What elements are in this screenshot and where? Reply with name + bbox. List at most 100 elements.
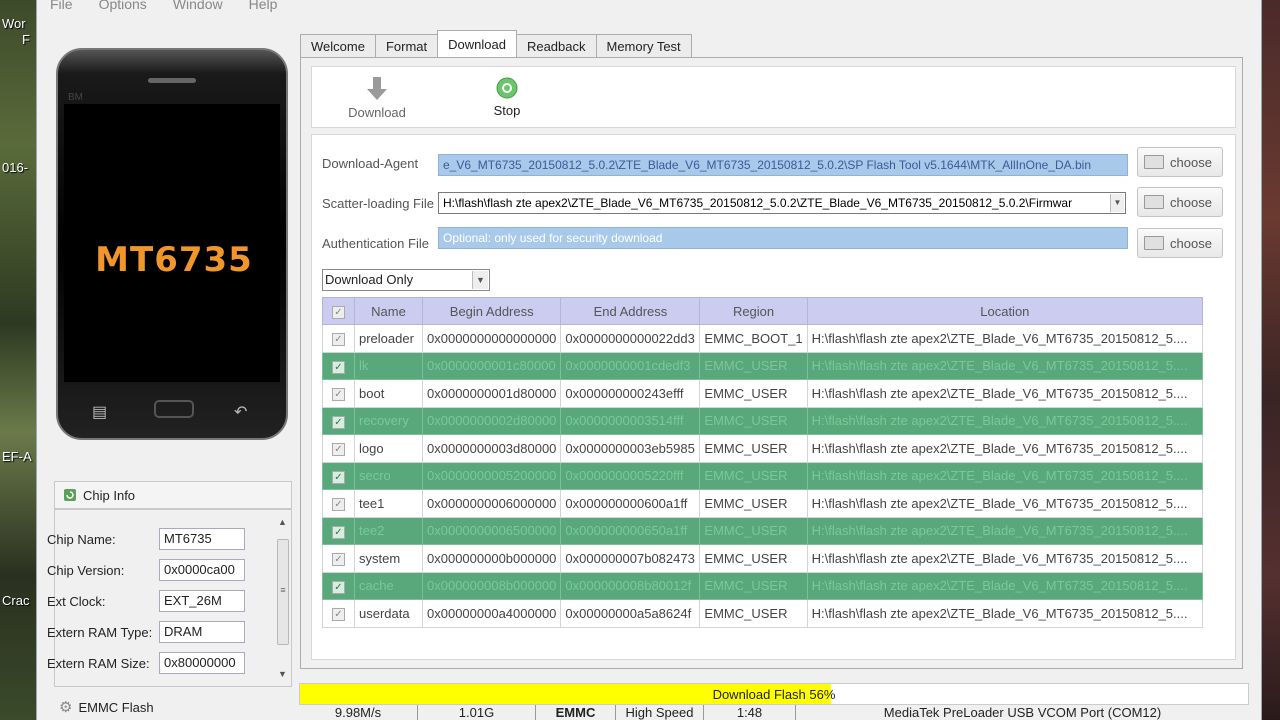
- partition-name-cell: recovery: [354, 406, 423, 435]
- row-checkbox-cell[interactable]: ✓: [322, 434, 355, 463]
- column-header[interactable]: Name: [354, 297, 423, 325]
- desktop-icon-label[interactable]: 016-: [2, 160, 28, 175]
- row-checkbox[interactable]: ✓: [332, 443, 345, 457]
- auth-file-field[interactable]: Optional: only used for security downloa…: [438, 227, 1128, 249]
- table-row[interactable]: ✓ tee2 0x0000000006500000 0x000000000650a1f…: [322, 516, 1204, 545]
- tab-download[interactable]: Download: [437, 30, 517, 57]
- location-cell: H:\flash\flash zte apex2\ZTE_Blade_V6_MT…: [806, 461, 1204, 490]
- phone-brand: BM: [68, 92, 83, 103]
- choose-scatter-button[interactable]: choose: [1137, 187, 1223, 217]
- table-row[interactable]: ✓ recovery 0x0000000002d80000 0x00000000035…: [322, 406, 1204, 435]
- stop-button[interactable]: Stop: [467, 77, 547, 118]
- scroll-thumb[interactable]: ≡: [277, 539, 289, 645]
- row-checkbox-cell[interactable]: ✓: [322, 379, 355, 408]
- table-row[interactable]: ✓ boot 0x0000000001d80000 0x000000000243eff…: [322, 379, 1204, 408]
- location-cell: H:\flash\flash zte apex2\ZTE_Blade_V6_MT…: [806, 489, 1204, 518]
- tab-readback[interactable]: Readback: [515, 34, 597, 57]
- download-tab-panel: Download Stop Download-Agent e_V6_MT6735…: [300, 57, 1243, 669]
- menu-window[interactable]: Window: [160, 0, 236, 16]
- row-checkbox-cell[interactable]: ✓: [322, 406, 355, 435]
- desktop-icon-label[interactable]: Wor: [2, 16, 26, 31]
- choose-label: choose: [1170, 194, 1212, 210]
- home-key-icon: [154, 400, 194, 418]
- stop-button-label: Stop: [493, 103, 521, 118]
- table-row[interactable]: ✓ tee1 0x0000000006000000 0x000000000600a1f…: [322, 489, 1204, 518]
- location-cell: H:\flash\flash zte apex2\ZTE_Blade_V6_MT…: [806, 434, 1204, 463]
- row-checkbox-cell[interactable]: ✓: [322, 351, 355, 380]
- location-cell: H:\flash\flash zte apex2\ZTE_Blade_V6_MT…: [806, 379, 1204, 408]
- column-header[interactable]: Region: [699, 297, 808, 325]
- column-header[interactable]: Begin Address: [421, 297, 562, 325]
- table-header-row: ✓ Name Begin Address End Address Region …: [322, 297, 1204, 325]
- menu-file[interactable]: File: [37, 0, 86, 16]
- desktop-icon-label[interactable]: EF-A: [2, 449, 32, 464]
- tab-format[interactable]: Format: [374, 34, 439, 57]
- select-all-header[interactable]: ✓: [322, 297, 355, 325]
- table-row[interactable]: ✓ lk 0x0000000001c80000 0x0000000001cdedf3 E…: [322, 351, 1204, 380]
- row-checkbox-cell[interactable]: ✓: [322, 599, 355, 628]
- download-agent-field[interactable]: e_V6_MT6735_20150812_5.0.2\ZTE_Blade_V6_…: [438, 154, 1128, 176]
- row-checkbox[interactable]: ✓: [332, 498, 345, 512]
- tab-memory-test[interactable]: Memory Test: [595, 34, 692, 57]
- choose-label: choose: [1170, 154, 1212, 170]
- menu-bar: File Options Window Help: [37, 0, 290, 16]
- ram-type-field[interactable]: DRAM: [159, 621, 245, 643]
- row-checkbox[interactable]: ✓: [332, 333, 345, 347]
- row-checkbox-cell[interactable]: ✓: [322, 544, 355, 573]
- desktop-icon-label[interactable]: F: [22, 32, 30, 47]
- row-checkbox[interactable]: ✓: [332, 608, 345, 622]
- ext-clock-field[interactable]: EXT_26M: [159, 590, 245, 612]
- scroll-down-icon[interactable]: ▼: [278, 669, 287, 679]
- row-checkbox-cell[interactable]: ✓: [322, 516, 355, 545]
- row-checkbox[interactable]: ✓: [332, 388, 345, 402]
- row-checkbox-cell[interactable]: ✓: [322, 571, 355, 600]
- begin-address-cell: 0x0000000006500000: [421, 516, 562, 545]
- ram-size-field[interactable]: 0x80000000: [159, 652, 245, 674]
- folder-icon: [1144, 155, 1164, 169]
- scroll-up-icon[interactable]: ▲: [278, 517, 287, 527]
- folder-icon: [1144, 236, 1164, 250]
- select-all-checkbox[interactable]: ✓: [332, 306, 345, 319]
- chip-info-row: Chip Name: MT6735: [47, 528, 245, 550]
- table-row[interactable]: ✓ preloader 0x0000000000000000 0x0000000000…: [322, 324, 1204, 353]
- column-header[interactable]: Location: [806, 297, 1204, 325]
- begin-address-cell: 0x0000000002d80000: [421, 406, 562, 435]
- row-checkbox[interactable]: ✓: [332, 553, 345, 567]
- region-cell: EMMC_USER: [699, 434, 808, 463]
- end-address-cell: 0x00000000a5a8624f: [560, 599, 701, 628]
- row-checkbox[interactable]: ✓: [332, 525, 345, 539]
- table-row[interactable]: ✓ userdata 0x00000000a4000000 0x00000000a5a…: [322, 599, 1204, 628]
- table-row[interactable]: ✓ logo 0x0000000003d80000 0x0000000003eb598…: [322, 434, 1204, 463]
- chevron-down-icon[interactable]: ▼: [1110, 194, 1124, 212]
- download-button[interactable]: Download: [337, 77, 417, 120]
- row-checkbox[interactable]: ✓: [332, 470, 345, 484]
- location-cell: H:\flash\flash zte apex2\ZTE_Blade_V6_MT…: [806, 571, 1204, 600]
- chip-info-header[interactable]: Chip Info: [54, 481, 292, 509]
- column-header[interactable]: End Address: [560, 297, 701, 325]
- choose-download-agent-button[interactable]: choose: [1137, 147, 1223, 177]
- menu-options[interactable]: Options: [86, 0, 160, 16]
- choose-auth-button[interactable]: choose: [1137, 228, 1223, 258]
- tab-welcome[interactable]: Welcome: [300, 34, 376, 57]
- menu-help[interactable]: Help: [236, 0, 291, 16]
- row-checkbox-cell[interactable]: ✓: [322, 489, 355, 518]
- region-cell: EMMC_USER: [699, 406, 808, 435]
- status-port: MediaTek PreLoader USB VCOM Port (COM12): [795, 705, 1249, 720]
- table-row[interactable]: ✓ cache 0x000000008b000000 0x000000008b8001…: [322, 571, 1204, 600]
- auth-file-label: Authentication File: [322, 236, 429, 251]
- table-row[interactable]: ✓ secro 0x0000000005200000 0x0000000005220f…: [322, 461, 1204, 490]
- table-row[interactable]: ✓ system 0x000000000b000000 0x000000007b082…: [322, 544, 1204, 573]
- download-mode-select[interactable]: Download Only ▼: [322, 269, 490, 291]
- row-checkbox-cell[interactable]: ✓: [322, 461, 355, 490]
- emmc-flash-section[interactable]: ⚙ EMMC Flash: [59, 698, 154, 716]
- chip-info-scrollbar[interactable]: ▲ ≡ ▼: [275, 517, 291, 685]
- chip-version-field[interactable]: 0x0000ca00: [159, 559, 245, 581]
- row-checkbox[interactable]: ✓: [332, 360, 345, 374]
- row-checkbox-cell[interactable]: ✓: [322, 324, 355, 353]
- desktop-icon-label[interactable]: Crac: [2, 593, 29, 608]
- row-checkbox[interactable]: ✓: [332, 415, 345, 429]
- partition-name-cell: system: [354, 544, 423, 573]
- scatter-file-field[interactable]: H:\flash\flash zte apex2\ZTE_Blade_V6_MT…: [438, 192, 1126, 214]
- row-checkbox[interactable]: ✓: [332, 580, 345, 594]
- chip-name-field[interactable]: MT6735: [159, 528, 245, 550]
